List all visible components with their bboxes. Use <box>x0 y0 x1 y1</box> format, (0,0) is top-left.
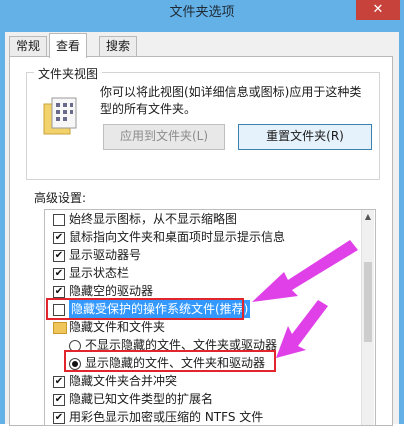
list-item-label: 显示状态栏 <box>69 266 130 280</box>
folder-icon <box>53 322 67 334</box>
checkbox-checked[interactable]: ✔ <box>53 268 65 280</box>
list-item-label: 隐藏文件和文件夹 <box>69 320 166 334</box>
vertical-scrollbar[interactable]: ▲ <box>361 210 374 425</box>
tab-view[interactable]: 查看 <box>49 33 88 58</box>
reset-folders-button[interactable]: 重置文件夹(R) <box>238 124 372 150</box>
tab-general[interactable]: 常规 <box>9 36 48 57</box>
checkbox-unchecked[interactable] <box>53 214 65 226</box>
checkbox-checked[interactable]: ✔ <box>53 376 65 388</box>
list-item-label: 鼠标指向文件夹和桌面项时显示提示信息 <box>69 230 286 244</box>
list-item-label: 显示驱动器号 <box>69 248 142 262</box>
window-title: 文件夹选项 <box>169 5 235 20</box>
list-item-label: 始终显示图标，从不显示缩略图 <box>69 212 238 226</box>
close-button[interactable]: ✕ <box>356 0 400 20</box>
scroll-up-arrow-icon[interactable]: ▲ <box>362 212 374 221</box>
checkbox-checked[interactable]: ✔ <box>53 394 65 406</box>
checkbox-checked[interactable]: ✔ <box>53 412 65 424</box>
scroll-thumb[interactable] <box>364 262 372 342</box>
window-frame-right <box>399 32 404 424</box>
highlight-box-show-hidden <box>64 350 276 372</box>
apply-to-folders-button[interactable]: 应用到文件夹(L) <box>103 124 225 150</box>
highlight-box-hide-protected <box>46 298 244 320</box>
advanced-settings-label: 高级设置: <box>34 191 87 205</box>
checkbox-checked[interactable]: ✔ <box>53 286 65 298</box>
checkbox-checked[interactable]: ✔ <box>53 232 65 244</box>
tab-search[interactable]: 搜索 <box>99 36 138 57</box>
list-item-label: 隐藏已知文件类型的扩展名 <box>69 392 214 406</box>
list-item-label: 隐藏文件夹合并冲突 <box>69 374 178 388</box>
checkbox-checked[interactable]: ✔ <box>53 250 65 262</box>
folder-views-description: 你可以将此视图(如详细信息或图标)应用于这种类型的所有文件夹。 <box>100 85 362 116</box>
folder-view-icon <box>43 97 77 135</box>
list-item-label: 用彩色显示加密或压缩的 NTFS 文件 <box>69 410 264 424</box>
folder-views-caption: 文件夹视图 <box>34 65 103 82</box>
